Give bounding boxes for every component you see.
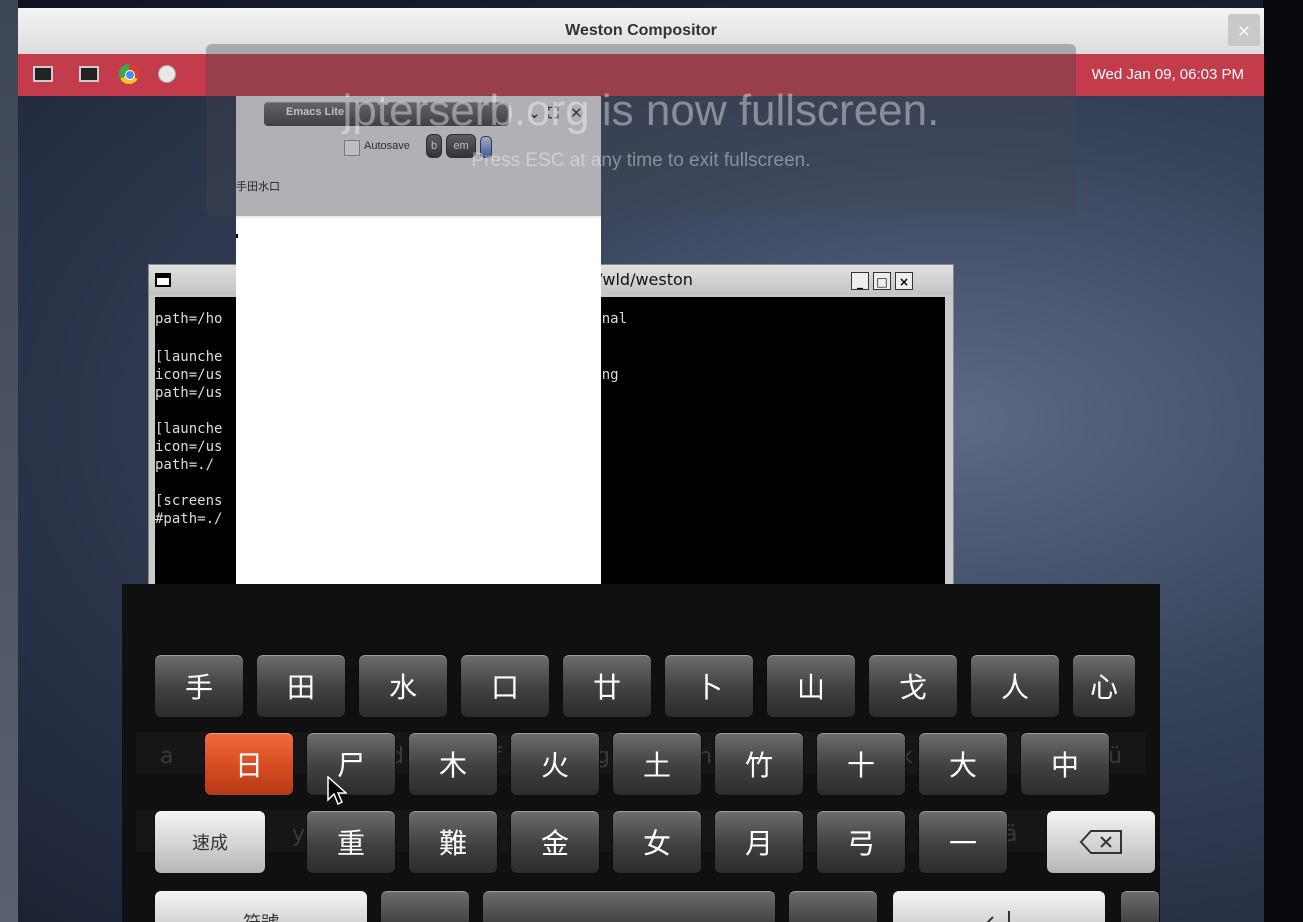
weston-compositor-window: Weston Compositor × Wed Jan 09, 06:03 PM…	[18, 8, 1264, 922]
window-title: Weston Compositor	[565, 22, 717, 39]
key-心[interactable]: 心	[1072, 654, 1136, 718]
terminal-line: [screens	[155, 493, 223, 509]
key-火[interactable]: 火	[510, 732, 600, 796]
backspace-icon	[1079, 830, 1122, 854]
terminal-launcher-2[interactable]	[78, 64, 100, 84]
virtual-keyboard: a d f g h j k l ü y ä 手 田 水 口 廿 卜 山 戈 人 …	[122, 584, 1160, 922]
key-田[interactable]: 田	[256, 654, 346, 718]
left-desktop-strip	[0, 0, 18, 922]
key-戈[interactable]: 戈	[868, 654, 958, 718]
terminal-line: #path=./	[155, 511, 223, 527]
key-水[interactable]: 水	[358, 654, 448, 718]
mouse-pointer-icon	[327, 776, 347, 806]
right-desktop-strip	[1263, 0, 1303, 922]
key-中[interactable]: 中	[1020, 732, 1110, 796]
terminal-launcher-1[interactable]	[32, 64, 54, 84]
key-hide-keyboard[interactable]	[1120, 890, 1160, 922]
key-土[interactable]: 土	[612, 732, 702, 796]
key-手[interactable]: 手	[154, 654, 244, 718]
key-重[interactable]: 重	[306, 810, 396, 874]
key-quick-mode[interactable]: 速成	[154, 810, 266, 874]
key-一[interactable]: 一	[918, 810, 1008, 874]
close-button[interactable]: ×	[895, 272, 913, 290]
ghost-letter: ü	[1108, 744, 1122, 769]
flower-icon	[158, 65, 176, 83]
key-竹[interactable]: 竹	[714, 732, 804, 796]
ghost-letter: a	[160, 744, 174, 769]
key-symbols[interactable]: 符號	[154, 890, 368, 922]
key-木[interactable]: 木	[408, 732, 498, 796]
key-山[interactable]: 山	[766, 654, 856, 718]
maximize-button[interactable]: □	[873, 272, 891, 290]
terminal-line: [launche	[155, 349, 223, 365]
enter-key[interactable]	[892, 890, 1106, 922]
key-人[interactable]: 人	[970, 654, 1060, 718]
window-menu-icon[interactable]	[155, 273, 171, 287]
backspace-key[interactable]	[1046, 810, 1156, 874]
key-女[interactable]: 女	[612, 810, 702, 874]
key-月[interactable]: 月	[714, 810, 804, 874]
key-space[interactable]	[482, 890, 776, 922]
key-廿[interactable]: 廿	[562, 654, 652, 718]
key-日[interactable]: 日	[204, 732, 294, 796]
key-十[interactable]: 十	[816, 732, 906, 796]
key-shift[interactable]	[788, 890, 878, 922]
chrome-icon	[119, 64, 139, 84]
terminal-line: path=/us	[155, 385, 223, 401]
terminal-title: /wld/weston	[597, 270, 693, 289]
minimize-button[interactable]: _	[851, 272, 869, 290]
fullscreen-notice: jpterserb.org is now fullscreen. Press E…	[206, 44, 1076, 216]
enter-icon	[986, 911, 1010, 922]
key-switch-layout[interactable]	[380, 890, 470, 922]
key-金[interactable]: 金	[510, 810, 600, 874]
key-弓[interactable]: 弓	[816, 810, 906, 874]
flower-launcher[interactable]	[156, 64, 178, 84]
key-口[interactable]: 口	[460, 654, 550, 718]
text-cursor	[236, 234, 238, 238]
key-卜[interactable]: 卜	[664, 654, 754, 718]
terminal-line: path=./	[155, 457, 215, 473]
window-close-button[interactable]: ×	[1228, 14, 1260, 46]
key-難[interactable]: 難	[408, 810, 498, 874]
terminal-line: [launche	[155, 421, 223, 437]
fullscreen-notice-hint: Press ESC at any time to exit fullscreen…	[471, 150, 811, 171]
fullscreen-notice-title: jpterserb.org is now fullscreen.	[342, 86, 940, 135]
key-大[interactable]: 大	[918, 732, 1008, 796]
terminal-icon	[79, 66, 99, 82]
panel-clock: Wed Jan 09, 06:03 PM	[1091, 66, 1244, 83]
ghost-letter: y	[292, 822, 306, 847]
chrome-launcher[interactable]	[118, 64, 140, 84]
terminal-icon	[33, 66, 53, 82]
key-尸[interactable]: 尸	[306, 732, 396, 796]
